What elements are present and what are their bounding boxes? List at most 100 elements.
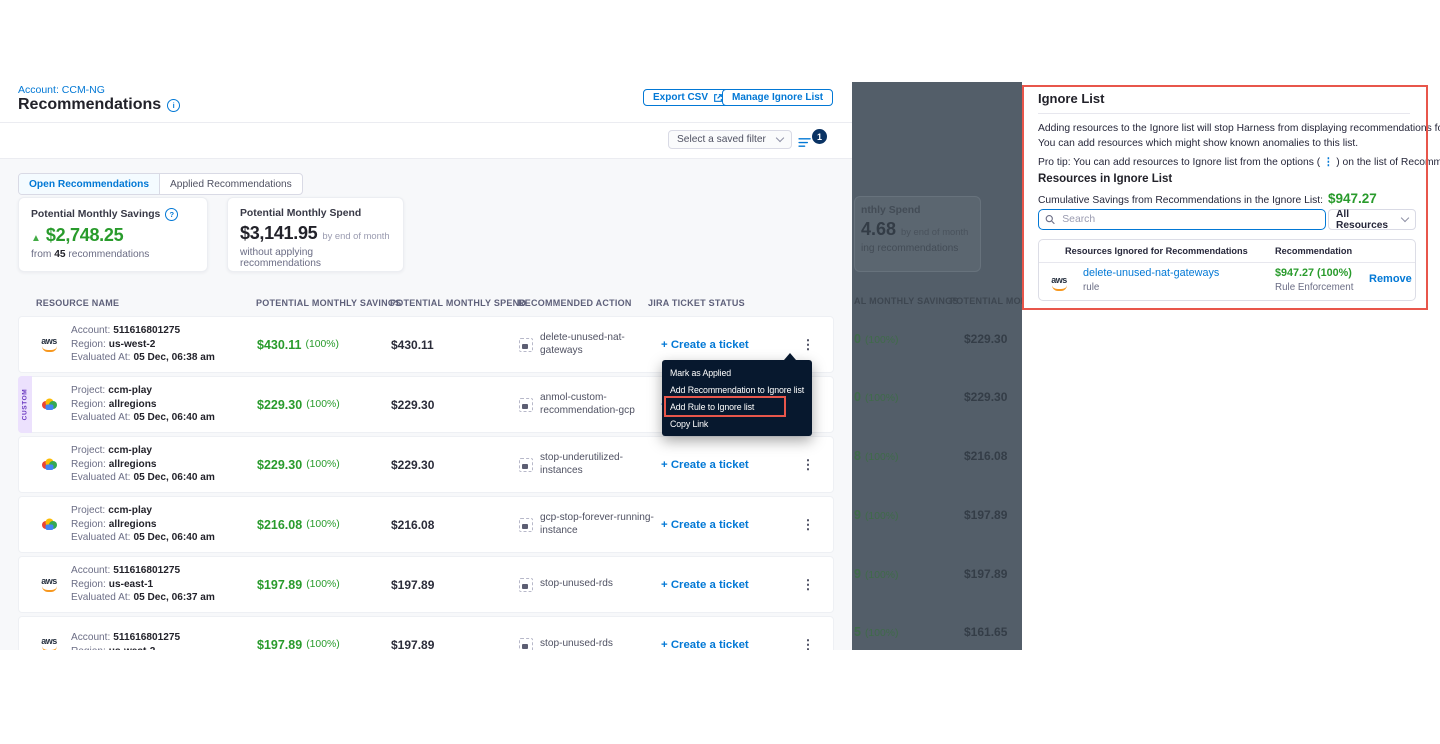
ignore-list-title: Ignore List (1038, 91, 1104, 106)
savings-cell: $229.30(100%) (257, 437, 340, 492)
breadcrumb[interactable]: Account: CCM-NG (18, 84, 105, 96)
ignore-table-divider (1039, 262, 1415, 263)
cumulative-savings-value: $947.27 (1328, 191, 1377, 206)
info-icon[interactable]: i (167, 99, 180, 112)
spend-cell: $216.08 (391, 497, 434, 552)
menu-item-add-rule-to-ignore-list[interactable]: Add Rule to Ignore list (662, 398, 812, 415)
row-options-kebab-icon[interactable]: ⋮ (799, 497, 817, 552)
col-header-action: RECOMMENDED ACTION (518, 298, 632, 308)
spend-cell: $229.30 (391, 377, 434, 432)
create-ticket-link[interactable]: + Create a ticket (661, 557, 749, 612)
spend-card-title: Potential Monthly Spend (240, 208, 361, 219)
menu-item-copy-link[interactable]: Copy Link (662, 415, 812, 432)
col-header-spend: POTENTIAL MONTHLY SPEND (390, 298, 526, 308)
savings-card-title: Potential Monthly Savings (31, 209, 160, 220)
rule-icon (519, 578, 533, 592)
rule-icon (519, 458, 533, 472)
ignore-list-drawer: Ignore List Adding resources to the Igno… (1022, 82, 1440, 650)
dimmed-row: 9(100%)$197.89 (852, 567, 1022, 583)
spend-cell: $229.30 (391, 437, 434, 492)
filter-icon[interactable] (798, 135, 813, 153)
resources-in-ignore-list-title: Resources in Ignore List (1038, 173, 1172, 185)
dimmed-row: 9(100%)$197.89 (852, 508, 1022, 524)
recommended-action-cell: gcp-stop-forever-running-instance (519, 497, 661, 552)
aws-icon: aws (37, 317, 61, 372)
spend-subtext: without applying recommendations (240, 247, 391, 269)
export-csv-button[interactable]: Export CSV (643, 89, 733, 106)
tab-open-recommendations[interactable]: Open Recommendations (19, 174, 160, 194)
gcp-icon (37, 497, 61, 552)
resource-type-select[interactable]: All Resources (1328, 209, 1416, 230)
ignore-col-header-resources: Resources Ignored for Recommendations (1065, 240, 1248, 262)
search-icon (1045, 214, 1055, 225)
col-header-resource-name: RESOURCE NAME (36, 298, 119, 308)
search-input[interactable] (1060, 213, 1319, 226)
ignored-resource-type: rule (1083, 282, 1099, 293)
savings-up-icon: ▲ (31, 233, 41, 244)
resource-details: Account:511616801275 Region:us-west-2 (71, 617, 180, 650)
create-ticket-link[interactable]: + Create a ticket (661, 617, 749, 650)
resource-details: Project:ccm-play Region:allregions Evalu… (71, 437, 215, 492)
resource-type-value: All Resources (1336, 209, 1402, 231)
recommendations-tabs: Open Recommendations Applied Recommendat… (18, 173, 303, 195)
row-options-kebab-icon[interactable]: ⋮ (799, 617, 817, 650)
dimmed-row: 0(100%)$229.30 (852, 390, 1022, 406)
filter-count-badge: 1 (812, 129, 827, 144)
ignored-resource-link[interactable]: delete-unused-nat-gateways (1083, 267, 1219, 279)
ignore-list-description: Adding resources to the Ignore list will… (1038, 122, 1440, 151)
dimmed-col-header: POTENTIAL MONTHL (950, 296, 1022, 306)
recommended-action-cell: stop-unused-rds (519, 617, 661, 650)
savings-value: $2,748.25 (46, 225, 123, 246)
create-ticket-link[interactable]: + Create a ticket (661, 437, 749, 492)
row-context-menu: Mark as Applied Add Recommendation to Ig… (662, 360, 812, 436)
resource-details: Account:511616801275 Region:us-west-2 Ev… (71, 317, 215, 372)
ignore-list-search[interactable] (1038, 209, 1326, 230)
aws-icon: aws (37, 557, 61, 612)
dimmed-row: 5(100%)$161.65 (852, 625, 1022, 641)
ignore-list-pro-tip: Pro tip: You can add resources to Ignore… (1038, 156, 1440, 168)
col-header-jira: JIRA TICKET STATUS (648, 298, 745, 308)
page-title: Recommendations i (18, 96, 180, 114)
savings-cell: $229.30(100%) (257, 377, 340, 432)
create-ticket-link[interactable]: + Create a ticket (661, 497, 749, 552)
saved-filter-select[interactable]: Select a saved filter (668, 130, 792, 149)
spend-cell: $197.89 (391, 557, 434, 612)
recommended-action-cell: delete-unused-nat-gateways (519, 317, 661, 372)
rule-icon (519, 398, 533, 412)
savings-cell: $197.89(100%) (257, 557, 340, 612)
help-icon[interactable]: ? (165, 208, 178, 221)
screenshot-canvas: Account: CCM-NG Recommendations i Export… (0, 0, 1440, 744)
ignore-list-divider (1038, 113, 1410, 114)
saved-filter-value: Select a saved filter (677, 134, 766, 145)
aws-icon: aws (1048, 270, 1070, 291)
resource-details: Project:ccm-play Region:allregions Evalu… (71, 377, 215, 432)
row-options-kebab-icon[interactable]: ⋮ (799, 437, 817, 492)
spend-value: $3,141.95 (240, 223, 317, 244)
aws-icon: aws (37, 617, 61, 650)
potential-monthly-spend-card: Potential Monthly Spend $3,141.95 by end… (227, 197, 404, 272)
dimmed-row: 0(100%)$229.30 (852, 332, 1022, 348)
dimmed-spend-card: nthly Spend 4.68 by end of month ing rec… (854, 196, 981, 272)
menu-item-add-recommendation-to-ignore-list[interactable]: Add Recommendation to Ignore list (662, 381, 812, 398)
row-options-kebab-icon[interactable]: ⋮ (799, 557, 817, 612)
savings-subtext: from 45 recommendations (31, 249, 195, 260)
manage-ignore-list-button[interactable]: Manage Ignore List (722, 89, 833, 106)
page-title-text: Recommendations (18, 96, 161, 114)
chevron-down-icon (1401, 214, 1409, 222)
ignore-list-table: Resources Ignored for Recommendations Re… (1038, 239, 1416, 301)
tab-applied-recommendations[interactable]: Applied Recommendations (160, 174, 302, 194)
spend-cell: $197.89 (391, 617, 434, 650)
potential-monthly-savings-card: Potential Monthly Savings ? ▲ $2,748.25 … (18, 197, 208, 272)
savings-cell: $430.11(100%) (257, 317, 339, 372)
rule-icon (519, 518, 533, 532)
header-divider (0, 122, 852, 123)
remove-button[interactable]: Remove (1369, 273, 1412, 285)
context-menu-caret (784, 353, 796, 360)
spend-cell: $430.11 (391, 317, 434, 372)
dimmed-page-overlay: nthly Spend 4.68 by end of month ing rec… (852, 82, 1022, 650)
menu-item-mark-as-applied[interactable]: Mark as Applied (662, 364, 812, 381)
spend-value-note: by end of month (322, 230, 389, 241)
recommended-action-cell: stop-underutilized-instances (519, 437, 661, 492)
ignored-savings-value: $947.27 (100%) (1275, 267, 1352, 279)
cumulative-savings-line: Cumulative Savings from Recommendations … (1038, 191, 1377, 206)
